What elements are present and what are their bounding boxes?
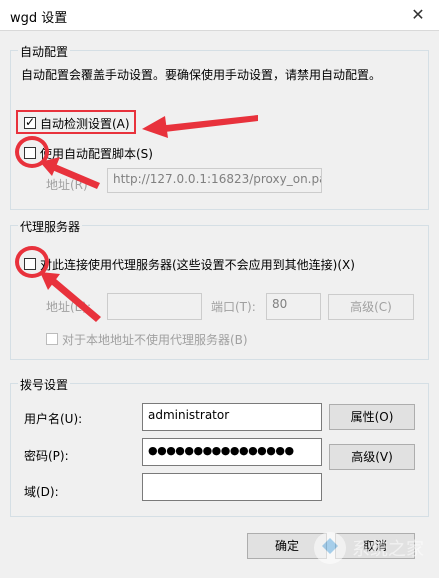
annotation-arrows xyxy=(40,115,258,322)
svg-text:系统之家: 系统之家 xyxy=(352,539,424,560)
watermark-logo: 系统之家 xyxy=(300,520,439,575)
arrow-right-head-icon xyxy=(142,116,168,138)
